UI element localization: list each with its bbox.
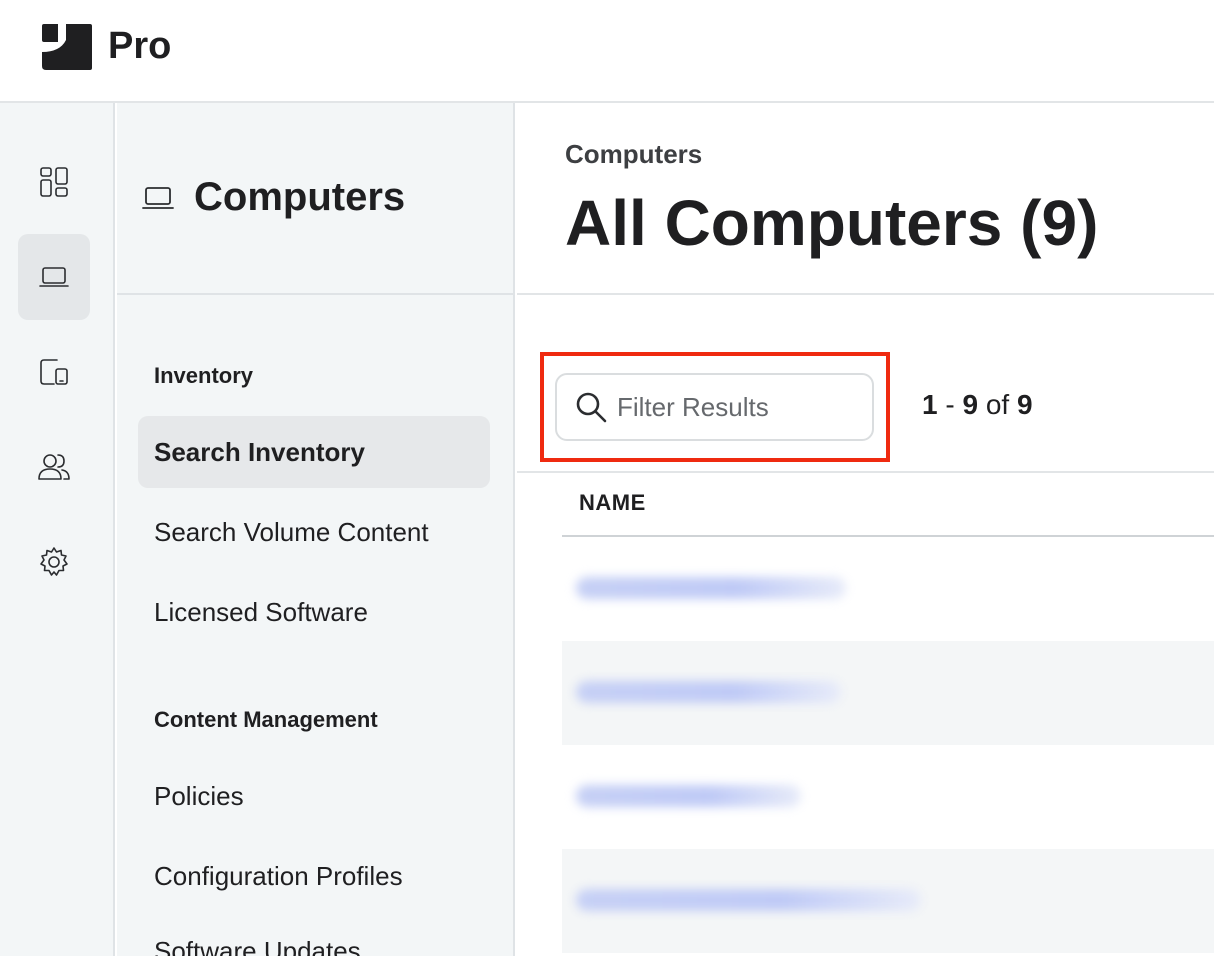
nav-item-search-inventory[interactable]: Search Inventory [138, 416, 490, 488]
nav-item-label: Search Inventory [154, 436, 365, 467]
table-row[interactable] [562, 849, 1214, 953]
dashboard-icon [40, 167, 68, 197]
pagination-count: 1 - 9 of 9 [922, 389, 1033, 421]
rail-devices[interactable] [18, 329, 90, 415]
users-icon [38, 454, 70, 480]
page-title: All Computers (9) [565, 187, 1099, 259]
blurred-computer-name[interactable] [576, 681, 841, 703]
filter-results-input[interactable] [617, 391, 857, 423]
nav-item-software-updates[interactable]: Software Updates [138, 915, 490, 956]
laptop-icon [142, 187, 174, 209]
nav-item-label: Configuration Profiles [154, 860, 403, 891]
rail-settings[interactable] [18, 519, 90, 605]
subnav-title: Computers [194, 175, 406, 219]
pagination-from: 1 [922, 389, 938, 420]
devices-icon [40, 359, 68, 385]
laptop-icon [39, 267, 69, 287]
rail-dashboard[interactable] [18, 139, 90, 225]
blurred-computer-name[interactable] [576, 785, 801, 807]
table-top-divider [517, 471, 1214, 473]
top-bar: Pro [0, 0, 1214, 103]
nav-section-content-management: Content Management [154, 707, 378, 732]
gear-icon [40, 547, 68, 576]
blurred-computer-name[interactable] [576, 889, 921, 911]
subnav-header: Computers [117, 103, 515, 295]
brand-name: Pro [108, 25, 172, 67]
table-row[interactable] [562, 537, 1214, 641]
subnav-laptop-icon-wrap [141, 185, 175, 213]
blurred-computer-name[interactable] [576, 577, 846, 599]
search-icon [576, 392, 607, 423]
nav-item-configuration-profiles[interactable]: Configuration Profiles [138, 840, 490, 912]
brand-logo-icon[interactable] [40, 22, 94, 72]
table-row[interactable] [562, 641, 1214, 745]
nav-item-label: Software Updates [154, 935, 361, 956]
breadcrumb[interactable]: Computers [565, 139, 702, 170]
nav-item-label: Policies [154, 780, 244, 811]
nav-section-inventory: Inventory [154, 363, 254, 388]
pagination-total: 9 [1016, 389, 1033, 420]
nav-item-licensed-software[interactable]: Licensed Software [138, 576, 490, 648]
nav-item-label: Search Volume Content [154, 516, 429, 547]
nav-item-label: Licensed Software [154, 596, 368, 627]
nav-item-policies[interactable]: Policies [138, 760, 490, 832]
main-content: Computers All Computers (9) 1 - 9 of 9 N… [517, 103, 1214, 956]
rail-users[interactable] [18, 424, 90, 510]
pagination-sep: - [945, 389, 955, 420]
rail-computers[interactable] [18, 234, 90, 320]
column-header-name[interactable]: NAME [579, 490, 646, 516]
icon-rail [0, 103, 115, 956]
pagination-of: of [985, 389, 1010, 420]
filter-search-box[interactable] [555, 373, 874, 441]
pagination-to: 9 [962, 389, 979, 420]
secondary-nav: Computers Inventory Search Inventory Sea… [117, 103, 515, 956]
nav-item-search-volume-content[interactable]: Search Volume Content [138, 496, 490, 568]
table-row[interactable] [562, 745, 1214, 849]
page-header: Computers All Computers (9) [517, 103, 1214, 295]
